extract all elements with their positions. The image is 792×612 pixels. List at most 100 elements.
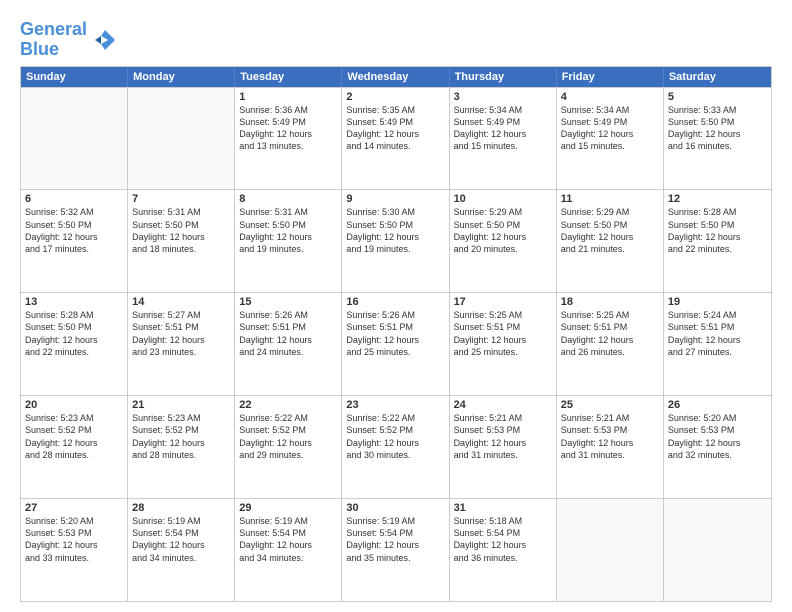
cell-line: Sunrise: 5:22 AM bbox=[239, 412, 337, 424]
cell-line: and 30 minutes. bbox=[346, 449, 444, 461]
cell-line: and 19 minutes. bbox=[239, 243, 337, 255]
cell-line: and 15 minutes. bbox=[454, 140, 552, 152]
cell-line: and 21 minutes. bbox=[561, 243, 659, 255]
cell-line: Sunset: 5:52 PM bbox=[25, 424, 123, 436]
cal-cell: 26Sunrise: 5:20 AMSunset: 5:53 PMDayligh… bbox=[664, 396, 771, 498]
cell-line: and 36 minutes. bbox=[454, 552, 552, 564]
cell-line: Sunrise: 5:21 AM bbox=[561, 412, 659, 424]
day-number: 28 bbox=[132, 502, 230, 514]
cell-line: Daylight: 12 hours bbox=[454, 128, 552, 140]
day-number: 18 bbox=[561, 296, 659, 308]
cal-cell: 19Sunrise: 5:24 AMSunset: 5:51 PMDayligh… bbox=[664, 293, 771, 395]
cell-line: and 15 minutes. bbox=[561, 140, 659, 152]
cell-line: Daylight: 12 hours bbox=[25, 231, 123, 243]
cell-line: Sunrise: 5:23 AM bbox=[132, 412, 230, 424]
day-number: 8 bbox=[239, 193, 337, 205]
cell-line: Sunrise: 5:19 AM bbox=[132, 515, 230, 527]
cal-cell: 22Sunrise: 5:22 AMSunset: 5:52 PMDayligh… bbox=[235, 396, 342, 498]
cell-line: and 16 minutes. bbox=[668, 140, 767, 152]
day-number: 17 bbox=[454, 296, 552, 308]
cal-header-thursday: Thursday bbox=[450, 67, 557, 87]
cal-cell bbox=[557, 499, 664, 601]
cell-line: Sunset: 5:50 PM bbox=[25, 321, 123, 333]
cell-line: Sunrise: 5:20 AM bbox=[668, 412, 767, 424]
day-number: 13 bbox=[25, 296, 123, 308]
cell-line: Sunset: 5:49 PM bbox=[454, 116, 552, 128]
cell-line: Sunset: 5:54 PM bbox=[132, 527, 230, 539]
cell-line: Sunset: 5:51 PM bbox=[132, 321, 230, 333]
cell-line: Daylight: 12 hours bbox=[25, 437, 123, 449]
cal-cell: 31Sunrise: 5:18 AMSunset: 5:54 PMDayligh… bbox=[450, 499, 557, 601]
cal-cell: 21Sunrise: 5:23 AMSunset: 5:52 PMDayligh… bbox=[128, 396, 235, 498]
cal-week-1: 1Sunrise: 5:36 AMSunset: 5:49 PMDaylight… bbox=[21, 87, 771, 190]
cal-header-wednesday: Wednesday bbox=[342, 67, 449, 87]
header: General Blue bbox=[20, 16, 772, 60]
cell-line: Sunset: 5:51 PM bbox=[454, 321, 552, 333]
cell-line: Daylight: 12 hours bbox=[454, 334, 552, 346]
day-number: 20 bbox=[25, 399, 123, 411]
cell-line: Daylight: 12 hours bbox=[239, 231, 337, 243]
cal-header-tuesday: Tuesday bbox=[235, 67, 342, 87]
cell-line: Sunrise: 5:35 AM bbox=[346, 104, 444, 116]
cell-line: Daylight: 12 hours bbox=[239, 334, 337, 346]
cell-line: Daylight: 12 hours bbox=[132, 437, 230, 449]
cell-line: and 34 minutes. bbox=[239, 552, 337, 564]
day-number: 9 bbox=[346, 193, 444, 205]
cell-line: Sunrise: 5:29 AM bbox=[454, 206, 552, 218]
cell-line: Sunset: 5:53 PM bbox=[454, 424, 552, 436]
cell-line: Sunrise: 5:25 AM bbox=[454, 309, 552, 321]
page: General Blue SundayMondayTuesdayWednesda… bbox=[0, 0, 792, 612]
cell-line: and 24 minutes. bbox=[239, 346, 337, 358]
cell-line: Sunrise: 5:31 AM bbox=[132, 206, 230, 218]
cell-line: Daylight: 12 hours bbox=[239, 539, 337, 551]
cal-cell: 4Sunrise: 5:34 AMSunset: 5:49 PMDaylight… bbox=[557, 88, 664, 190]
cell-line: Sunrise: 5:27 AM bbox=[132, 309, 230, 321]
cell-line: Daylight: 12 hours bbox=[25, 539, 123, 551]
day-number: 15 bbox=[239, 296, 337, 308]
cell-line: and 25 minutes. bbox=[346, 346, 444, 358]
cell-line: Daylight: 12 hours bbox=[346, 231, 444, 243]
cell-line: Sunrise: 5:22 AM bbox=[346, 412, 444, 424]
cell-line: and 34 minutes. bbox=[132, 552, 230, 564]
cell-line: Daylight: 12 hours bbox=[454, 231, 552, 243]
cell-line: and 35 minutes. bbox=[346, 552, 444, 564]
cell-line: and 32 minutes. bbox=[668, 449, 767, 461]
cell-line: and 13 minutes. bbox=[239, 140, 337, 152]
day-number: 31 bbox=[454, 502, 552, 514]
cell-line: Sunset: 5:52 PM bbox=[239, 424, 337, 436]
cal-cell: 24Sunrise: 5:21 AMSunset: 5:53 PMDayligh… bbox=[450, 396, 557, 498]
cal-cell: 6Sunrise: 5:32 AMSunset: 5:50 PMDaylight… bbox=[21, 190, 128, 292]
cal-cell bbox=[21, 88, 128, 190]
day-number: 6 bbox=[25, 193, 123, 205]
cal-cell bbox=[128, 88, 235, 190]
cell-line: Sunset: 5:51 PM bbox=[668, 321, 767, 333]
cal-cell: 13Sunrise: 5:28 AMSunset: 5:50 PMDayligh… bbox=[21, 293, 128, 395]
cell-line: and 31 minutes. bbox=[561, 449, 659, 461]
calendar-header-row: SundayMondayTuesdayWednesdayThursdayFrid… bbox=[21, 67, 771, 87]
cal-cell bbox=[664, 499, 771, 601]
day-number: 4 bbox=[561, 91, 659, 103]
cal-cell: 23Sunrise: 5:22 AMSunset: 5:52 PMDayligh… bbox=[342, 396, 449, 498]
cell-line: and 27 minutes. bbox=[668, 346, 767, 358]
cell-line: Sunrise: 5:28 AM bbox=[668, 206, 767, 218]
cal-cell: 8Sunrise: 5:31 AMSunset: 5:50 PMDaylight… bbox=[235, 190, 342, 292]
cell-line: Sunset: 5:53 PM bbox=[25, 527, 123, 539]
cal-cell: 1Sunrise: 5:36 AMSunset: 5:49 PMDaylight… bbox=[235, 88, 342, 190]
cal-cell: 17Sunrise: 5:25 AMSunset: 5:51 PMDayligh… bbox=[450, 293, 557, 395]
cal-cell: 9Sunrise: 5:30 AMSunset: 5:50 PMDaylight… bbox=[342, 190, 449, 292]
cal-cell: 14Sunrise: 5:27 AMSunset: 5:51 PMDayligh… bbox=[128, 293, 235, 395]
cell-line: and 22 minutes. bbox=[25, 346, 123, 358]
cell-line: Sunset: 5:49 PM bbox=[561, 116, 659, 128]
cell-line: Sunset: 5:49 PM bbox=[346, 116, 444, 128]
cell-line: Daylight: 12 hours bbox=[668, 231, 767, 243]
day-number: 16 bbox=[346, 296, 444, 308]
cal-header-friday: Friday bbox=[557, 67, 664, 87]
cal-cell: 2Sunrise: 5:35 AMSunset: 5:49 PMDaylight… bbox=[342, 88, 449, 190]
cell-line: Sunrise: 5:33 AM bbox=[668, 104, 767, 116]
logo-name: General Blue bbox=[20, 20, 87, 60]
day-number: 27 bbox=[25, 502, 123, 514]
day-number: 30 bbox=[346, 502, 444, 514]
cell-line: and 22 minutes. bbox=[668, 243, 767, 255]
cell-line: Sunrise: 5:29 AM bbox=[561, 206, 659, 218]
cal-cell: 25Sunrise: 5:21 AMSunset: 5:53 PMDayligh… bbox=[557, 396, 664, 498]
